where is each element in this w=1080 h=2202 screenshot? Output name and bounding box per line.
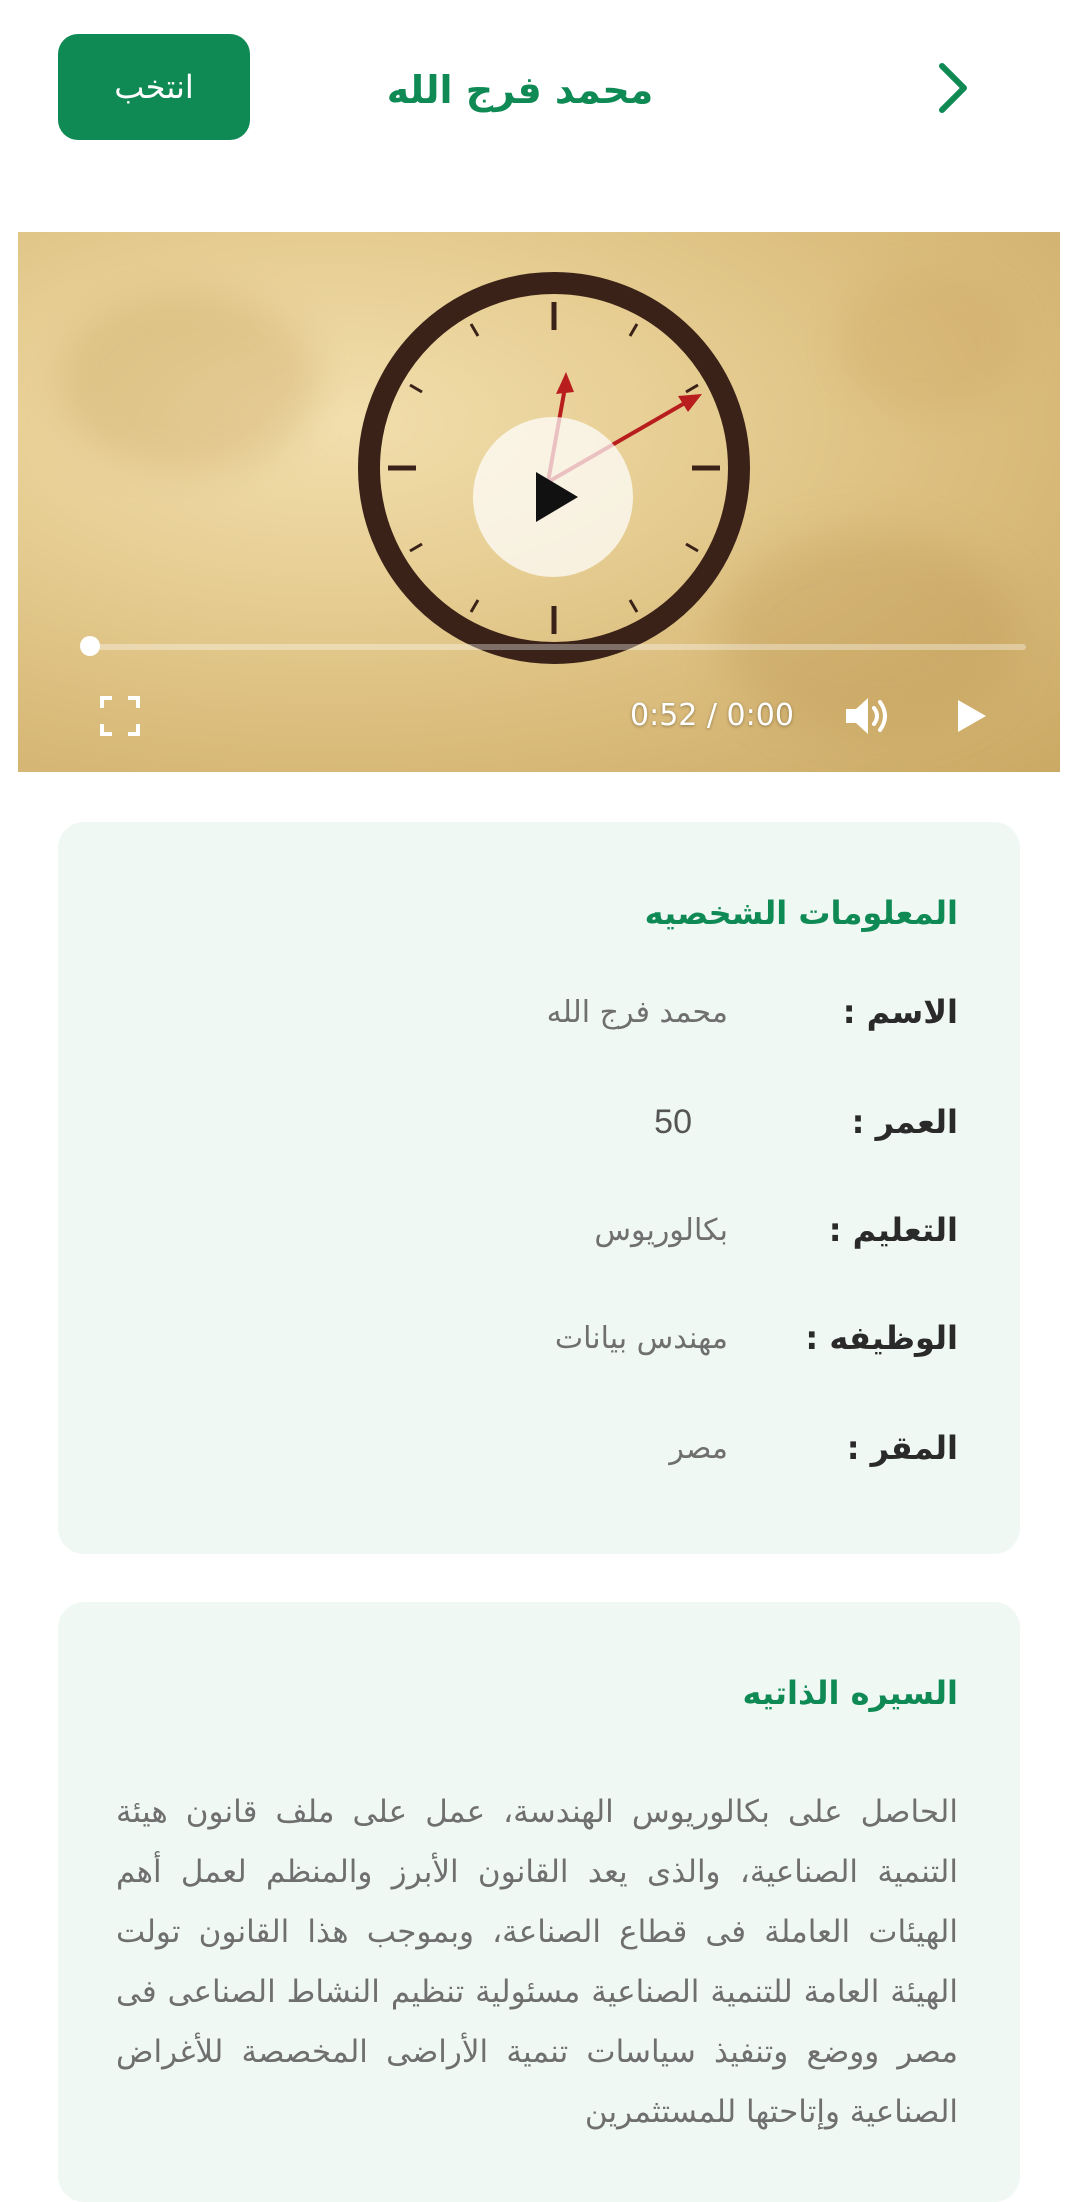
info-label: المقر : bbox=[846, 1429, 958, 1467]
back-button[interactable] bbox=[920, 52, 984, 124]
vote-button[interactable]: انتخب bbox=[58, 34, 250, 140]
info-label: الوظيفه : bbox=[805, 1319, 958, 1357]
time-readout: 0:52 / 0:00 bbox=[630, 698, 794, 733]
play-button-overlay[interactable] bbox=[473, 417, 633, 577]
bio-text: الحاصل على بكالوريوس الهندسة، عمل على مل… bbox=[116, 1794, 958, 2130]
info-row-name: الاسم : محمد فرج الله bbox=[118, 982, 958, 1042]
info-row-education: التعليم : بكالوريوس bbox=[118, 1200, 958, 1260]
info-value: 50 bbox=[654, 1102, 692, 1141]
progress-thumb[interactable] bbox=[80, 636, 100, 656]
personal-info-card: المعلومات الشخصيه الاسم : محمد فرج الله … bbox=[58, 822, 1020, 1554]
info-value: مهندس بيانات bbox=[554, 1320, 728, 1356]
progress-bar[interactable] bbox=[86, 644, 1026, 650]
bio-card: السيره الذاتيه الحاصل على بكالوريوس الهن… bbox=[58, 1602, 1020, 2202]
info-label: العمر : bbox=[851, 1103, 958, 1141]
play-icon[interactable] bbox=[948, 694, 992, 738]
video-player[interactable]: 0:52 / 0:00 bbox=[18, 232, 1060, 772]
info-row-age: العمر : 50 bbox=[118, 1092, 958, 1152]
page-title: محمد فرج الله bbox=[386, 68, 654, 112]
personal-info-title: المعلومات الشخصيه bbox=[644, 894, 958, 932]
play-icon bbox=[536, 472, 578, 522]
bio-title: السيره الذاتيه bbox=[742, 1674, 958, 1712]
info-value: بكالوريوس bbox=[594, 1212, 728, 1248]
volume-icon[interactable] bbox=[842, 692, 892, 740]
info-label: الاسم : bbox=[842, 993, 958, 1031]
info-row-job: الوظيفه : مهندس بيانات bbox=[118, 1308, 958, 1368]
info-value: محمد فرج الله bbox=[546, 994, 728, 1030]
chevron-right-icon bbox=[939, 63, 967, 113]
info-label: التعليم : bbox=[828, 1211, 958, 1249]
info-row-location: المقر : مصر bbox=[118, 1418, 958, 1478]
fullscreen-icon[interactable] bbox=[98, 694, 142, 738]
top-bar: انتخب محمد فرج الله bbox=[0, 0, 1080, 180]
info-value: مصر bbox=[669, 1430, 728, 1466]
